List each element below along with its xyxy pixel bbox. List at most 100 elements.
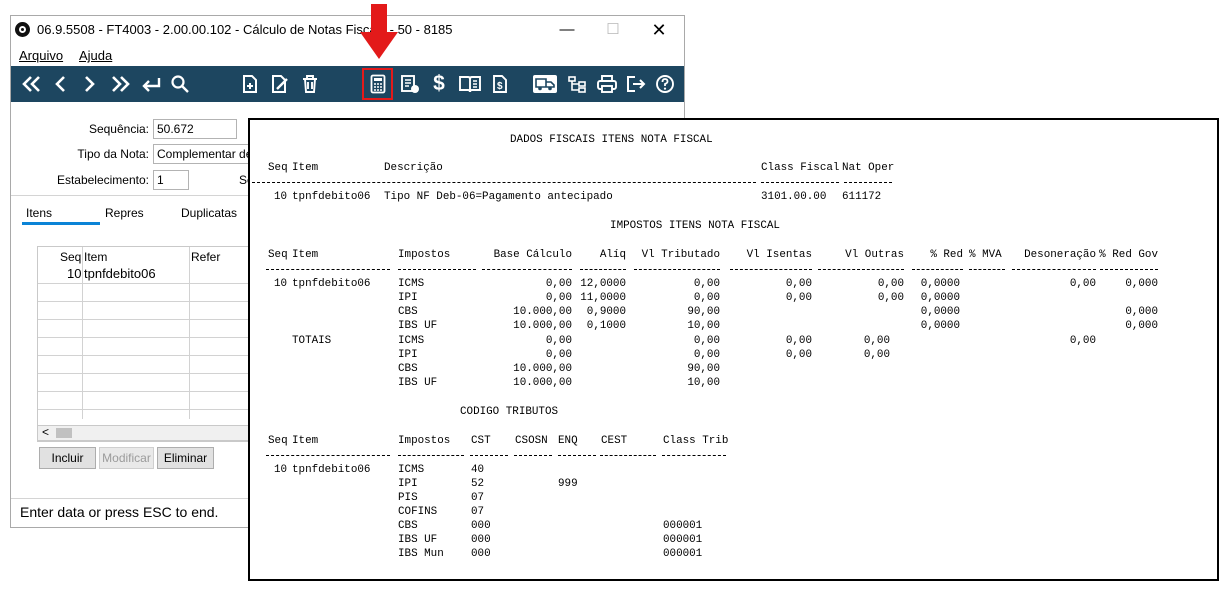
tot-r3-imp: IBS UF (398, 377, 438, 389)
s3-dash-line (266, 455, 390, 456)
s2-r0-base: 0,00 (545, 278, 572, 290)
grid-col-divider (82, 247, 83, 419)
s3-r5-imp: IBS UF (398, 534, 438, 546)
estabelecimento-field[interactable]: 1 (153, 170, 189, 190)
s3-r0-cst: 40 (471, 464, 485, 476)
prev-icon[interactable] (49, 66, 73, 102)
s2-dash-line (969, 269, 1005, 270)
s1-item: tpnfdebito06 (292, 191, 371, 203)
s1-seq: 10 (274, 191, 288, 203)
s2-dash-line (482, 269, 572, 270)
grid-header-seq: Seq (60, 250, 82, 264)
maximize-button[interactable]: ☐ (593, 18, 633, 42)
grid-row-divider (38, 373, 249, 374)
dollar-icon[interactable]: $ (427, 66, 451, 102)
exit-icon[interactable] (623, 66, 649, 102)
s2-r0-vtrib: 0,00 (693, 278, 720, 290)
s3-header-enq: ENQ (558, 435, 578, 447)
dollar-glyph: $ (433, 72, 445, 95)
return-icon[interactable] (137, 66, 165, 102)
s2-header-visen: Vl Isentas (746, 249, 812, 261)
s3-header-item: Item (292, 435, 319, 447)
s2-dash-line (1100, 269, 1158, 270)
s2-dash-line (912, 269, 963, 270)
minimize-button[interactable]: — (547, 18, 587, 42)
s2-r2-redgov: 0,000 (1125, 306, 1158, 318)
s2-r0-redgov: 0,000 (1125, 278, 1158, 290)
s2-r1-vtrib: 0,00 (693, 292, 720, 304)
grid-row-divider (38, 409, 249, 410)
tipo-nota-field[interactable]: Complementar de (153, 144, 253, 164)
s1-nat: 611172 (842, 191, 882, 203)
s2-header-voutr: Vl Outras (845, 249, 904, 261)
report-title-impostos: IMPOSTOS ITENS NOTA FISCAL (610, 220, 780, 232)
items-grid[interactable]: Seq Item Refer 10 tpnfdebito06 (37, 246, 249, 442)
edit-icon[interactable] (267, 66, 293, 102)
grid-header-item: Item (84, 250, 108, 264)
tot-r3-base: 10.000,00 (513, 377, 572, 389)
totais-label: TOTAIS (292, 335, 332, 347)
title-bar: 06.9.5508 - FT4003 - 2.00.00.102 - Cálcu… (11, 16, 684, 44)
s3-r3-imp: COFINS (398, 506, 438, 518)
s3-item: tpnfdebito06 (292, 464, 371, 476)
s2-r1-red: 0,0000 (920, 292, 960, 304)
tot-r1-base: 0,00 (545, 349, 572, 361)
s3-header-class: Class Trib (663, 435, 729, 447)
price-doc-icon[interactable]: $ (487, 66, 513, 102)
eliminar-button[interactable]: Eliminar (157, 447, 214, 469)
s1-class: 3101.00.00 (761, 191, 827, 203)
s3-dash-line (600, 455, 656, 456)
report-title-codigo: CODIGO TRIBUTOS (460, 406, 559, 418)
last-icon[interactable] (105, 66, 135, 102)
scroll-left-icon[interactable]: < (42, 425, 49, 439)
print-icon[interactable] (593, 66, 621, 102)
s2-r2-aliq: 0,9000 (586, 306, 626, 318)
red-pointer-arrow-icon (360, 4, 398, 59)
grid-horizontal-scrollbar[interactable]: < (37, 425, 249, 441)
help-icon[interactable] (652, 66, 678, 102)
incluir-button[interactable]: Incluir (39, 447, 96, 469)
first-icon[interactable] (17, 66, 47, 102)
toolbar: $ $ (11, 66, 684, 102)
tot-r1-voutr: 0,00 (863, 349, 890, 361)
tab-duplicatas[interactable]: Duplicatas (181, 206, 237, 220)
s2-r1-voutr: 0,00 (877, 292, 904, 304)
tab-itens[interactable]: Itens (26, 206, 52, 220)
tot-r0-voutr: 0,00 (863, 335, 890, 347)
tot-r1-imp: IPI (398, 349, 418, 361)
s2-header-mva: % MVA (969, 249, 1002, 261)
grid-row-divider (38, 301, 249, 302)
modificar-button[interactable]: Modificar (99, 447, 154, 469)
menu-arquivo-label: Arquivo (19, 48, 64, 63)
s1-header-item: Item (292, 162, 319, 174)
book-icon[interactable] (455, 66, 485, 102)
truck-icon[interactable] (530, 66, 560, 102)
s3-header-impostos: Impostos (398, 435, 451, 447)
s3-dash-line (558, 455, 596, 456)
delete-icon[interactable] (297, 66, 323, 102)
s3-r4-class: 000001 (663, 520, 703, 532)
s3-r2-cst: 07 (471, 492, 485, 504)
s3-r6-cst: 000 (471, 548, 491, 560)
sequencia-field[interactable]: 50.672 (153, 119, 237, 139)
search-icon[interactable] (167, 66, 193, 102)
s2-r0-red: 0,0000 (920, 278, 960, 290)
close-button[interactable]: ✕ (639, 18, 679, 42)
tree-icon[interactable] (564, 66, 590, 102)
tax-doc-icon[interactable] (396, 66, 424, 102)
s2-dash-line (398, 269, 476, 270)
tab-repres[interactable]: Repres (105, 206, 144, 220)
s2-r1-imp: IPI (398, 292, 418, 304)
tot-r0-imp: ICMS (398, 335, 425, 347)
s2-header-item: Item (292, 249, 319, 261)
s2-header-vtrib: Vl Tributado (641, 249, 720, 261)
s3-dash-line (514, 455, 552, 456)
next-icon[interactable] (77, 66, 101, 102)
new-icon[interactable] (237, 66, 263, 102)
s2-r1-base: 0,00 (545, 292, 572, 304)
scroll-thumb[interactable] (56, 428, 72, 438)
table-row[interactable]: 10 tpnfdebito06 (38, 265, 250, 283)
s2-r2-base: 10.000,00 (513, 306, 572, 318)
s3-r1-enq: 999 (558, 478, 578, 490)
s1-dash-line (252, 182, 756, 183)
